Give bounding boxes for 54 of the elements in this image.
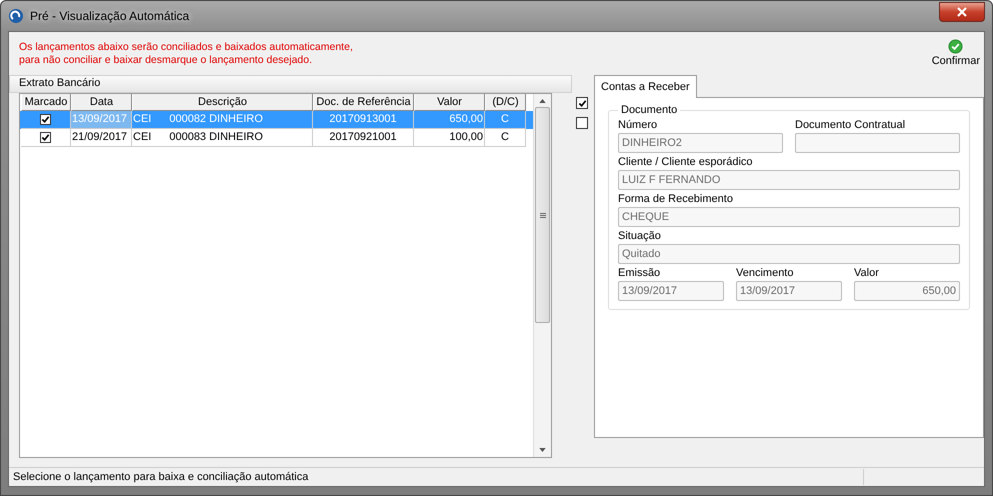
checkbox[interactable] [576, 97, 588, 109]
up-arrow-icon [539, 99, 546, 103]
down-arrow-icon [539, 448, 546, 452]
input-field[interactable]: LUIZ F FERNANDO [618, 170, 960, 190]
table-cell-text: 650,00 [449, 112, 483, 127]
table-cell-text: 13/09/2017 [72, 112, 128, 127]
table-cell-text: 100,00 [449, 130, 483, 145]
input-field[interactable]: 13/09/2017 [736, 281, 842, 301]
statement-row[interactable]: 21/09/2017 CEI 000083 DINHEIRO 20170921001 100,00 C [20, 129, 533, 147]
section-header: Extrato Bancário [9, 75, 572, 93]
confirm-button[interactable]: Confirmar [932, 39, 984, 71]
checkbox[interactable] [40, 114, 51, 125]
table-cell-text: 000083 DINHEIRO [169, 130, 263, 145]
input-field[interactable] [795, 133, 960, 153]
window-title: Pré - Visualização Automática [30, 9, 190, 23]
group-title: Documento [620, 104, 678, 116]
field-label: Forma de Recebimento [618, 192, 734, 207]
scroll-thumb[interactable] [535, 107, 550, 323]
table-cell-text: 21/09/2017 [72, 130, 128, 145]
table-cell-text: CEI [133, 112, 152, 127]
checkbox[interactable] [576, 117, 588, 129]
field-label: Situação [618, 229, 662, 244]
notice-text: Os lançamentos abaixo serão conciliados e baixados automaticamente, para não conciliar e baixar desmarque o lançamento desejado. [19, 40, 353, 68]
close-icon [957, 7, 967, 17]
field-label: Vencimento [736, 266, 794, 281]
field-label: Número [618, 118, 658, 133]
column-header[interactable]: Descrição [132, 94, 313, 111]
column-header[interactable]: Marcado [21, 94, 71, 111]
input-field[interactable]: 13/09/2017 [618, 281, 724, 301]
close-button[interactable] [939, 2, 985, 22]
checkbox[interactable] [40, 132, 51, 143]
table-cell-text: C [501, 112, 509, 127]
table-cell-text: 20170913001 [329, 112, 397, 127]
status-text: Selecione o lançamento para baixa e conciliação automática [12, 471, 310, 483]
field-label: Cliente / Cliente esporádico [618, 155, 754, 170]
table-cell-text: CEI [133, 130, 152, 145]
field-label: Documento Contratual [795, 118, 906, 133]
scrollbar[interactable] [533, 94, 551, 457]
input-field[interactable]: Quitado [618, 244, 960, 264]
field-label: Emissão [618, 266, 662, 281]
table-cell-text: C [501, 130, 509, 145]
check-circle-icon [948, 39, 964, 54]
input-field[interactable]: DINHEIRO2 [618, 133, 783, 153]
table-cell-text: 000082 DINHEIRO [169, 112, 263, 127]
input-field[interactable]: 650,00 [854, 281, 960, 301]
field-label: Valor [854, 266, 880, 281]
app-logo-icon [8, 8, 24, 24]
column-header[interactable]: Doc. de Referência [313, 94, 414, 111]
input-field[interactable]: CHEQUE [618, 207, 960, 227]
column-header[interactable]: Valor [414, 94, 485, 111]
column-header[interactable]: (D/C) [485, 94, 526, 111]
tab[interactable]: Contas a Receber [594, 75, 697, 98]
column-header[interactable]: Data [71, 94, 132, 111]
table-cell-text: 20170921001 [329, 130, 397, 145]
